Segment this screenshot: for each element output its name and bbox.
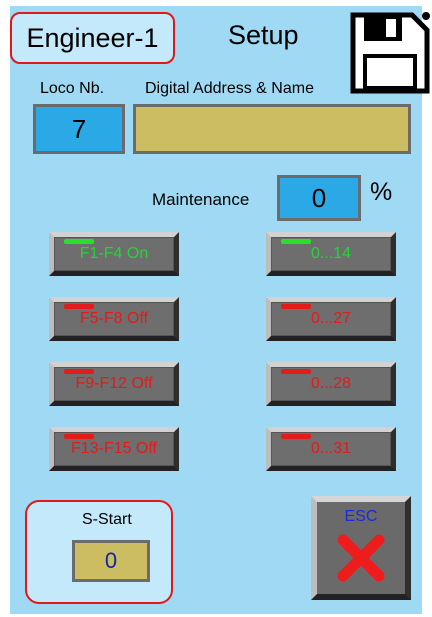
range-28-button[interactable]: 0...28	[266, 362, 396, 406]
range-14-label: 0...14	[310, 245, 352, 262]
sstart-field[interactable]: 0	[72, 540, 150, 582]
f5-f8-label: F5-F8 Off	[79, 310, 149, 327]
range-31-label: 0...31	[310, 440, 352, 457]
loco-number-label: Loco Nb.	[40, 80, 105, 97]
close-icon	[337, 534, 385, 582]
range-27-button[interactable]: 0...27	[266, 297, 396, 341]
f9-f12-button[interactable]: F9-F12 Off	[49, 362, 179, 406]
indicator-off-icon	[281, 369, 311, 374]
loco-number-field[interactable]: 7	[33, 104, 125, 154]
indicator-off-icon	[281, 304, 311, 309]
f1-f4-button[interactable]: F1-F4 On	[49, 232, 179, 276]
indicator-off-icon	[64, 434, 94, 439]
maintenance-field[interactable]: 0	[277, 175, 361, 221]
esc-label: ESC	[344, 508, 378, 525]
f5-f8-button[interactable]: F5-F8 Off	[49, 297, 179, 341]
address-name-label: Digital Address & Name	[145, 80, 314, 97]
f9-f12-label: F9-F12 Off	[75, 375, 153, 392]
save-icon[interactable]	[350, 12, 430, 94]
range-31-button[interactable]: 0...31	[266, 427, 396, 471]
range-14-button[interactable]: 0...14	[266, 232, 396, 276]
indicator-off-icon	[64, 369, 94, 374]
range-28-label: 0...28	[310, 375, 352, 392]
indicator-off-icon	[281, 434, 311, 439]
f13-f15-button[interactable]: F13-F15 Off	[49, 427, 179, 471]
indicator-on-icon	[64, 239, 94, 244]
maintenance-label: Maintenance	[152, 190, 250, 209]
percent-unit: %	[370, 178, 393, 206]
address-name-field[interactable]	[133, 104, 411, 154]
sstart-label: S-Start	[82, 511, 132, 528]
esc-button[interactable]: ESC	[311, 496, 411, 600]
page-title: Setup	[228, 20, 299, 50]
profile-title[interactable]: Engineer-1	[10, 12, 175, 64]
range-27-label: 0...27	[310, 310, 352, 327]
indicator-off-icon	[64, 304, 94, 309]
indicator-on-icon	[281, 239, 311, 244]
f13-f15-label: F13-F15 Off	[71, 440, 157, 457]
f1-f4-label: F1-F4 On	[79, 245, 149, 262]
